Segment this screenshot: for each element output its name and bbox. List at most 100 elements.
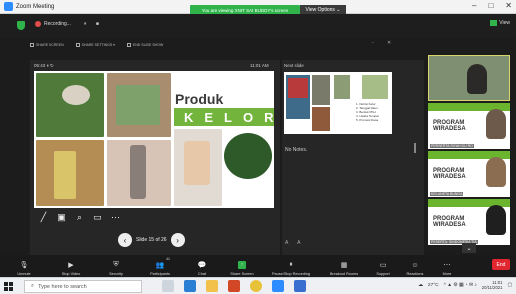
close-button[interactable]: ✕	[505, 1, 512, 10]
microphone-off-icon: 🎙	[19, 262, 29, 269]
more-button[interactable]: ⋯ More	[432, 255, 462, 277]
recording-controls[interactable]: ⏸ ■	[84, 21, 103, 27]
share-screen-icon: ↑	[238, 261, 246, 269]
participant-face	[486, 205, 506, 235]
system-tray: ☁ 27°C ^ ▲ ⚙ ▦ ◔ ✉ ♪ 11:01 20/11/2021 ▢	[418, 280, 512, 290]
windows-start-icon[interactable]	[4, 282, 13, 291]
tray-icons[interactable]: ^ ▲ ⚙ ▦ ◔ ✉ ♪	[444, 283, 477, 288]
notifications-icon[interactable]: ▢	[507, 283, 512, 288]
tile-program-text: PROGRAM WIRADESA	[433, 168, 466, 180]
meeting-toolbar: 🎙 Unmute ▶ Stop Video ⛨ Security 👥 Participa…	[0, 255, 516, 277]
taskbar-search-placeholder: Type here to search	[38, 283, 87, 290]
share-mini-controls[interactable]: - ✕	[372, 40, 397, 46]
speaker-notes[interactable]: No Notes.	[285, 147, 307, 153]
gallery-scroll-down-icon[interactable]: ⌄	[462, 243, 476, 253]
chat-label: Chat	[197, 272, 207, 276]
slideshow-icon	[126, 43, 131, 47]
window-controls: – □ ✕	[472, 1, 512, 10]
chat-button[interactable]: 💬 Chat	[182, 255, 222, 277]
powerpoint-icon[interactable]	[228, 280, 240, 292]
recording-bar	[0, 14, 516, 38]
security-button[interactable]: ⛨ Security	[94, 255, 138, 277]
taskbar-search-box[interactable]: ⌕ Type here to search	[24, 280, 142, 293]
app-title: Zoom Meeting	[4, 2, 54, 11]
next-slide-photo-3	[312, 75, 330, 105]
end-meeting-button[interactable]: End	[492, 259, 510, 270]
next-slide-preview[interactable]: 1. Nutrisi Kelor 2. Tanggal Daun 3. Bent…	[284, 72, 392, 134]
next-slide-photo-5	[334, 75, 350, 99]
participant-tile[interactable]: PROGRAM WIRADESA PERSERTA SIYAH DU RO	[428, 103, 510, 149]
view-label: View	[499, 20, 510, 26]
recording-dot-icon	[35, 21, 41, 27]
next-slide-button[interactable]: ›	[170, 233, 185, 247]
recording-indicator: Recording...	[35, 21, 71, 27]
share-toolbar: SHARE SCREEN SHARE SETTINGS ▾ END SLIDE …	[30, 43, 163, 47]
breakout-rooms-label: Breakout Rooms	[329, 272, 359, 276]
chat-icon: 💬	[197, 262, 207, 269]
tile-wiradesa: WIRADESA	[433, 174, 466, 180]
annotation-tools: ╱ ▣ ⌕ ▭ ⋯	[38, 212, 121, 223]
share-screen-label: Share Screen	[230, 272, 254, 276]
monitor-icon[interactable]: ▭	[92, 212, 103, 223]
participant-tile[interactable]: PROGRAM WIRADESA PESERTA: SINDONESIA TIA	[428, 199, 510, 245]
security-shield-icon[interactable]	[17, 21, 25, 30]
pause-icon: ⏸	[289, 261, 293, 268]
share-screen-button[interactable]: ↑ Share Screen	[222, 255, 262, 277]
minimize-button[interactable]: –	[472, 1, 476, 10]
chrome-icon[interactable]	[250, 280, 262, 292]
participants-icon: 👥	[155, 262, 165, 269]
edge-browser-icon[interactable]	[184, 280, 196, 292]
pen-icon[interactable]: ╱	[38, 212, 49, 223]
maximize-button[interactable]: □	[488, 1, 493, 10]
breakout-rooms-button[interactable]: ▦ Breakout Rooms	[320, 255, 368, 277]
pause-recording-button[interactable]: ⏸ Pause/Stop Recording	[262, 255, 320, 277]
share-settings-item[interactable]: SHARE SETTINGS ▾	[75, 43, 115, 47]
end-slideshow-item[interactable]: END SLIDE SHOW	[126, 43, 163, 47]
tile-program-text: PROGRAM WIRADESA	[433, 120, 466, 132]
support-label: Support	[376, 272, 390, 276]
more-options-icon[interactable]: ⋯	[110, 212, 121, 223]
zoom-icon	[4, 2, 13, 11]
participant-gallery: PROGRAM WIRADESA PERSERTA SIYAH DU RO PRO…	[428, 55, 510, 255]
participants-button[interactable]: 👥 Participants 41	[138, 255, 182, 277]
notes-scrollbar[interactable]	[414, 143, 416, 153]
participant-tile[interactable]	[428, 55, 510, 101]
store-icon[interactable]	[294, 280, 306, 292]
weather-temperature[interactable]: 27°C	[428, 283, 439, 288]
laser-pointer-icon[interactable]: ▣	[56, 212, 67, 223]
file-explorer-icon[interactable]	[206, 280, 218, 292]
participant-face	[467, 64, 487, 94]
taskbar-apps	[162, 280, 306, 292]
taskbar-clock[interactable]: 11:01 20/11/2021	[482, 280, 503, 290]
stop-video-button[interactable]: ▶ Stop Video	[48, 255, 94, 277]
grid-view-icon	[490, 20, 498, 26]
slide-pager: ‹ Slide 15 of 26 ›	[118, 232, 194, 248]
breakout-rooms-icon: ▦	[340, 262, 348, 269]
current-slide: Produk Inovatif KELOR	[34, 71, 274, 208]
support-button[interactable]: ▭ Support	[368, 255, 398, 277]
more-label: More	[442, 272, 452, 276]
slide-photo-tumbler-inner	[130, 145, 146, 199]
zoom-taskbar-icon[interactable]	[272, 280, 284, 292]
view-button[interactable]: View	[490, 20, 510, 26]
previous-slide-button[interactable]: ‹	[118, 233, 132, 247]
notes-font-size-controls[interactable]: A A	[285, 240, 305, 246]
unmute-label: Unmute	[17, 272, 31, 276]
reactions-button[interactable]: ☺ Reactions	[398, 255, 432, 277]
slide-timer[interactable]: 05:43 ⏸ ↻	[34, 63, 54, 69]
participant-tile[interactable]: PROGRAM WIRADESA KELUNSTA BUNGA	[428, 151, 510, 197]
participants-label: Participants	[150, 272, 170, 276]
slide-photo-leaf-plate	[224, 133, 272, 179]
slide-photo-drink-inner	[54, 151, 76, 199]
weather-icon[interactable]: ☁	[418, 283, 423, 288]
unmute-button[interactable]: 🎙 Unmute	[0, 255, 48, 277]
tile-program-text: PROGRAM WIRADESA	[433, 216, 466, 228]
task-view-icon[interactable]	[162, 280, 174, 292]
settings-icon	[75, 43, 80, 47]
reactions-icon: ☺	[411, 261, 419, 269]
share-screen-item[interactable]: SHARE SCREEN	[30, 43, 64, 47]
zoom-slide-icon[interactable]: ⌕	[74, 212, 85, 223]
participant-name: KELUNSTA BUNGA	[430, 192, 464, 196]
window-title: Zoom Meeting	[16, 3, 55, 10]
slide-photo-jar-inner	[184, 141, 210, 185]
